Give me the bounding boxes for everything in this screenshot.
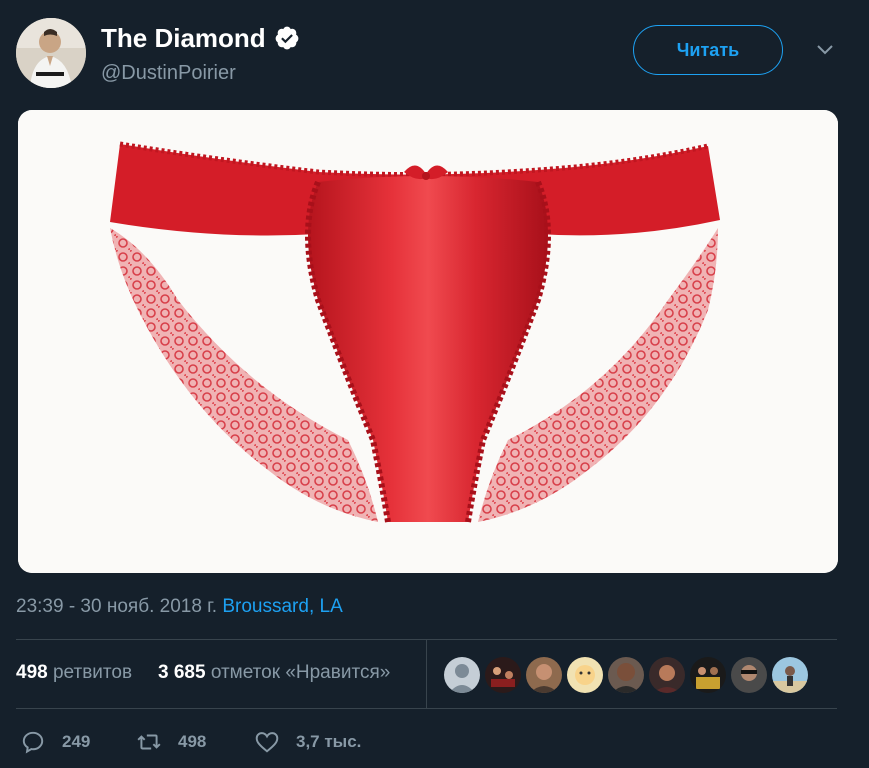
liker-avatar[interactable]: [567, 657, 603, 693]
tweet-header: The Diamond @DustinPoirier Читать: [16, 18, 853, 90]
likes-count: 3 685: [158, 662, 206, 683]
author-display-name[interactable]: The Diamond: [101, 20, 266, 56]
heart-icon: [255, 732, 279, 753]
liker-avatar[interactable]: [444, 657, 480, 693]
follow-button[interactable]: Читать: [633, 25, 783, 75]
author-avatar[interactable]: [16, 18, 86, 88]
retweets-count: 498: [16, 662, 48, 683]
reply-icon: [22, 731, 44, 754]
retweet-button[interactable]: 498: [136, 724, 206, 760]
retweets-label: ретвитов: [52, 662, 133, 683]
likes-stat[interactable]: 3 685 отметок «Нравится»: [158, 661, 390, 685]
retweets-stat[interactable]: 498 ретвитов: [16, 661, 132, 685]
stats-separator: [426, 640, 427, 708]
tweet-actions: 249 498 3,7 тыс.: [16, 724, 837, 760]
liker-avatar[interactable]: [772, 657, 808, 693]
reply-button[interactable]: 249: [20, 724, 90, 760]
likers-avatars: [444, 657, 813, 693]
retweet-count: 498: [178, 732, 207, 751]
reply-count: 249: [62, 732, 91, 751]
divider: [16, 708, 837, 709]
liker-avatar[interactable]: [485, 657, 521, 693]
author-handle[interactable]: @DustinPoirier: [101, 58, 300, 88]
liker-avatar[interactable]: [731, 657, 767, 693]
like-count: 3,7 тыс.: [296, 732, 362, 751]
chevron-down-icon[interactable]: [816, 44, 834, 56]
liker-avatar[interactable]: [649, 657, 685, 693]
likes-label: отметок «Нравится»: [210, 662, 391, 683]
like-button[interactable]: 3,7 тыс.: [254, 724, 361, 760]
liker-avatar[interactable]: [690, 657, 726, 693]
liker-avatar[interactable]: [608, 657, 644, 693]
tweet-timestamp[interactable]: 23:39 - 30 нояб. 2018 г.: [16, 596, 217, 617]
verified-badge-icon: [275, 26, 299, 50]
liker-avatar[interactable]: [526, 657, 562, 693]
tweet-media-image[interactable]: [18, 110, 838, 573]
red-lace-panties-image: [18, 110, 838, 573]
retweet-icon: [137, 734, 161, 750]
tweet-location-link[interactable]: Broussard, LA: [222, 596, 342, 617]
tweet-meta: 23:39 - 30 нояб. 2018 г. Broussard, LA: [16, 595, 343, 619]
tweet-stats: 498 ретвитов 3 685 отметок «Нравится»: [16, 640, 837, 708]
